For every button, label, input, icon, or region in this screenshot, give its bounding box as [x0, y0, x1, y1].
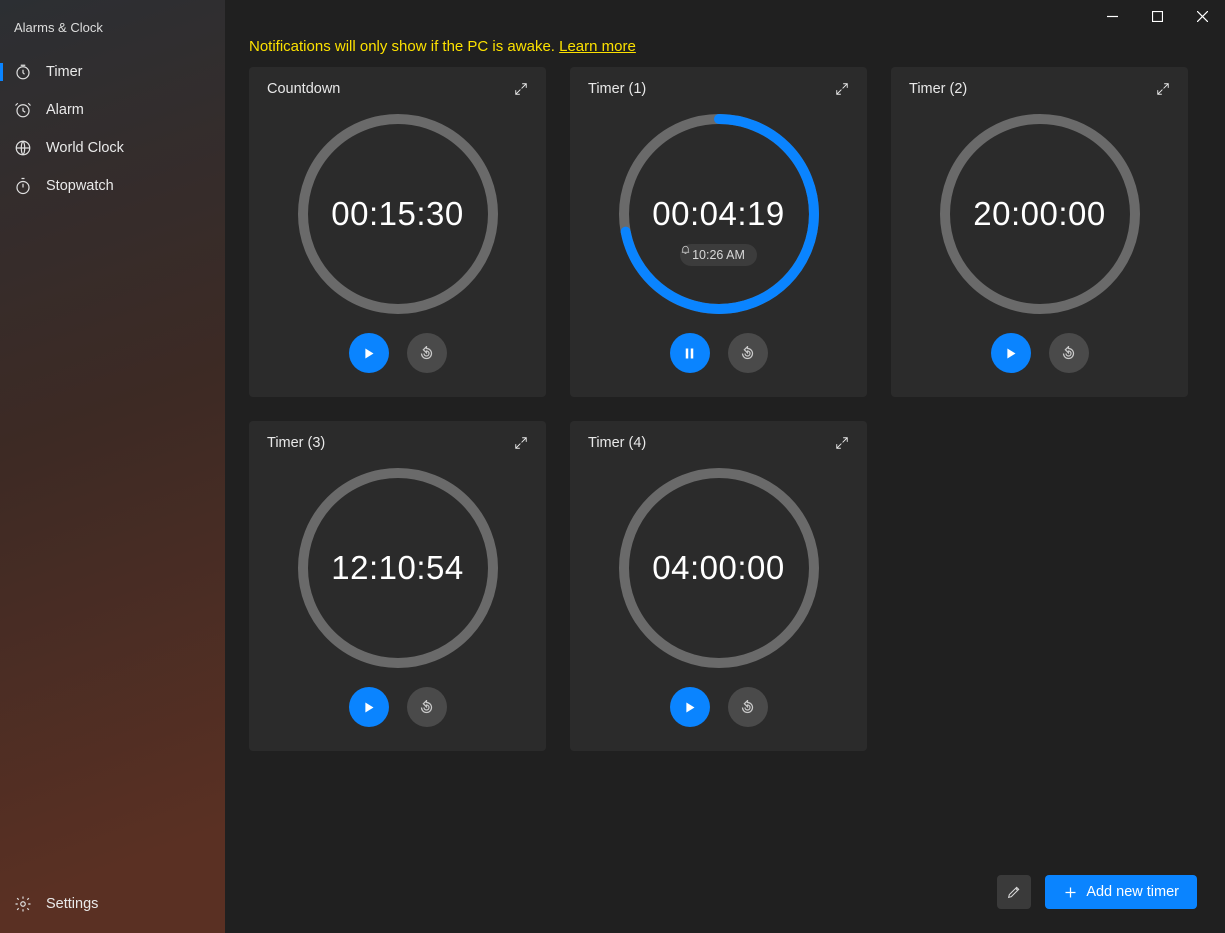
- pause-button[interactable]: [670, 333, 710, 373]
- bell-icon: [680, 244, 691, 255]
- add-timer-label: Add new timer: [1086, 884, 1179, 900]
- learn-more-link[interactable]: Learn more: [559, 38, 636, 55]
- sidebar-item-world-clock[interactable]: World Clock: [0, 129, 225, 167]
- timer-time: 20:00:00: [973, 195, 1105, 233]
- timer-card: Countdown 00:15:30: [249, 67, 546, 397]
- reset-button[interactable]: [407, 687, 447, 727]
- sidebar-item-alarm[interactable]: Alarm: [0, 91, 225, 129]
- sidebar-item-settings[interactable]: Settings: [0, 883, 225, 933]
- title-bar: [225, 0, 1225, 32]
- notice-text: Notifications will only show if the PC i…: [249, 38, 559, 55]
- timer-icon: [14, 63, 32, 81]
- play-button[interactable]: [670, 687, 710, 727]
- nav-list: Timer Alarm World Clock Stopwatch: [0, 53, 225, 205]
- reset-button[interactable]: [728, 333, 768, 373]
- timer-title: Timer (3): [267, 435, 325, 451]
- timer-title: Countdown: [267, 81, 340, 97]
- stopwatch-icon: [14, 177, 32, 195]
- settings-label: Settings: [46, 896, 98, 912]
- sidebar-item-label: Stopwatch: [46, 178, 114, 194]
- reset-button[interactable]: [728, 687, 768, 727]
- expand-icon[interactable]: [835, 82, 849, 96]
- sidebar-item-timer[interactable]: Timer: [0, 53, 225, 91]
- expand-icon[interactable]: [514, 82, 528, 96]
- timer-grid: Countdown 00:15:30 Timer (1) 00:04:19 10:…: [225, 67, 1225, 751]
- completion-time-badge: 10:26 AM: [680, 244, 757, 266]
- sidebar-item-label: Timer: [46, 64, 83, 80]
- close-button[interactable]: [1180, 0, 1225, 32]
- main: Notifications will only show if the PC i…: [225, 0, 1225, 933]
- reset-button[interactable]: [407, 333, 447, 373]
- app-title: Alarms & Clock: [0, 20, 225, 53]
- gear-icon: [14, 895, 32, 913]
- sidebar-item-label: World Clock: [46, 140, 124, 156]
- edit-timers-button[interactable]: [997, 875, 1031, 909]
- sidebar: Alarms & Clock Timer Alarm World Clock S…: [0, 0, 225, 933]
- footer: Add new timer: [997, 875, 1197, 909]
- pencil-icon: [1006, 884, 1022, 900]
- timer-card: Timer (4) 04:00:00: [570, 421, 867, 751]
- alarm-icon: [14, 101, 32, 119]
- globe-icon: [14, 139, 32, 157]
- expand-icon[interactable]: [1156, 82, 1170, 96]
- sidebar-item-label: Alarm: [46, 102, 84, 118]
- timer-card: Timer (2) 20:00:00: [891, 67, 1188, 397]
- add-new-timer-button[interactable]: Add new timer: [1045, 875, 1197, 909]
- timer-title: Timer (4): [588, 435, 646, 451]
- timer-time: 00:15:30: [331, 195, 463, 233]
- timer-time: 00:04:19: [652, 195, 784, 233]
- play-button[interactable]: [991, 333, 1031, 373]
- timer-title: Timer (2): [909, 81, 967, 97]
- reset-button[interactable]: [1049, 333, 1089, 373]
- expand-icon[interactable]: [514, 436, 528, 450]
- plus-icon: [1063, 885, 1078, 900]
- play-button[interactable]: [349, 687, 389, 727]
- notification-banner: Notifications will only show if the PC i…: [225, 32, 1225, 67]
- timer-time: 12:10:54: [331, 549, 463, 587]
- timer-time: 04:00:00: [652, 549, 784, 587]
- minimize-button[interactable]: [1090, 0, 1135, 32]
- maximize-button[interactable]: [1135, 0, 1180, 32]
- timer-card: Timer (1) 00:04:19 10:26 AM: [570, 67, 867, 397]
- expand-icon[interactable]: [835, 436, 849, 450]
- completion-time: 10:26 AM: [692, 248, 745, 262]
- play-button[interactable]: [349, 333, 389, 373]
- timer-card: Timer (3) 12:10:54: [249, 421, 546, 751]
- sidebar-item-stopwatch[interactable]: Stopwatch: [0, 167, 225, 205]
- timer-title: Timer (1): [588, 81, 646, 97]
